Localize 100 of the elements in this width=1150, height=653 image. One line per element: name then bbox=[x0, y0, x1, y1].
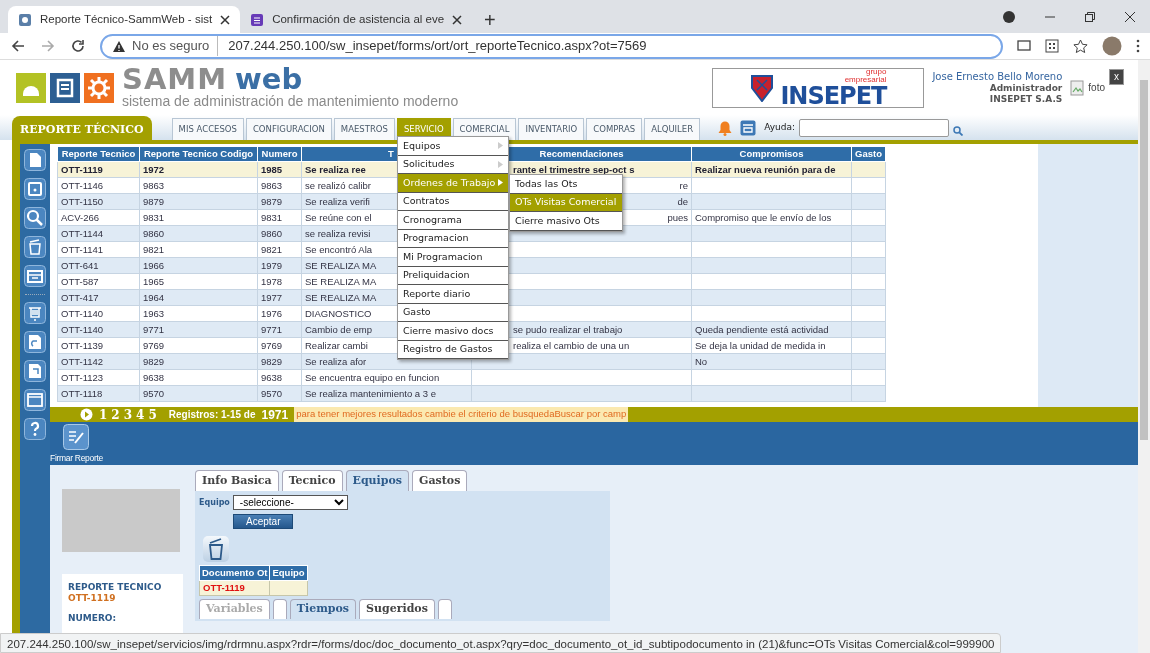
number-label: NUMERO: bbox=[68, 612, 118, 624]
tab[interactable]: Equipos bbox=[345, 470, 409, 491]
menu-icon[interactable] bbox=[1136, 39, 1140, 53]
logo-name: INSEPET bbox=[780, 83, 887, 108]
column-header: Equipo bbox=[269, 565, 308, 581]
column-header[interactable]: Reporte Tecnico bbox=[57, 146, 140, 162]
records-total: 1971 bbox=[261, 406, 289, 424]
back-icon[interactable] bbox=[10, 38, 26, 54]
tab[interactable]: Tecnico bbox=[281, 470, 343, 491]
tray-icon[interactable] bbox=[24, 302, 46, 324]
browser-tab[interactable]: Confirmación de asistencia al eve bbox=[240, 6, 473, 33]
column-header[interactable]: Gasto bbox=[851, 146, 886, 162]
help-search-field[interactable] bbox=[798, 119, 949, 137]
new-tab-button[interactable]: + bbox=[472, 6, 508, 33]
close-button[interactable]: x bbox=[1109, 68, 1124, 85]
user-name: Jose Ernesto Bello Moreno bbox=[932, 70, 1063, 83]
table-cell: 9863 bbox=[257, 177, 302, 194]
photo-alt-text: foto bbox=[1088, 81, 1105, 95]
bell-icon[interactable] bbox=[718, 120, 733, 136]
play-icon[interactable] bbox=[80, 408, 93, 421]
document-return-icon[interactable] bbox=[24, 331, 46, 353]
menu-item[interactable]: Equipos bbox=[398, 137, 508, 156]
archive-icon[interactable] bbox=[24, 265, 46, 287]
search-hint: para tener mejores resultados cambie el criterio de busquedaBuscar por camp bbox=[294, 407, 629, 422]
table-cell: 9831 bbox=[139, 209, 258, 226]
shield-icon bbox=[750, 73, 775, 102]
search-icon[interactable] bbox=[952, 126, 963, 136]
page-icon bbox=[18, 12, 32, 27]
table-cell: 1976 bbox=[257, 305, 302, 322]
table-cell: OTT-1141 bbox=[57, 241, 140, 258]
tab[interactable]: Gastos bbox=[412, 470, 468, 491]
table-cell: OTT-587 bbox=[57, 273, 140, 290]
table-cell: Se encuentra equipo en funcion bbox=[301, 369, 472, 386]
help-label: Ayuda: bbox=[764, 120, 795, 134]
close-icon[interactable] bbox=[1124, 10, 1136, 23]
form-icon bbox=[250, 12, 265, 27]
table-cell: 1978 bbox=[257, 273, 302, 290]
nav-menu-item[interactable]: CONFIGURACION bbox=[245, 118, 332, 140]
column-header[interactable]: Compromisos bbox=[691, 146, 852, 162]
new-document-icon[interactable] bbox=[24, 149, 46, 171]
helmet-icon bbox=[16, 72, 46, 103]
tagline: sistema de administración de mantenimiento moderno bbox=[122, 94, 459, 110]
menu-item[interactable]: Cierre masivo docs bbox=[398, 322, 508, 341]
equipment-select[interactable]: -seleccione- bbox=[232, 495, 348, 510]
menu-item[interactable]: Todas las Ots bbox=[510, 175, 622, 194]
browser-tab[interactable]: Reporte Técnico-SammWeb - sist bbox=[8, 6, 241, 33]
warning-icon bbox=[112, 39, 126, 53]
maximize-icon[interactable] bbox=[1084, 10, 1096, 23]
document-icon[interactable] bbox=[24, 178, 46, 200]
archive-icon[interactable] bbox=[740, 120, 757, 136]
menu-item[interactable]: Registro de Gastos bbox=[398, 340, 508, 359]
user-company: INSEPET S.A.S bbox=[988, 93, 1063, 105]
menu-item[interactable]: Programacion bbox=[398, 229, 508, 248]
tab[interactable]: Tiempos bbox=[289, 599, 357, 619]
security-label: No es seguro bbox=[132, 36, 219, 56]
tab[interactable]: Sugeridos bbox=[359, 599, 435, 619]
nav-menu-item[interactable]: INVENTARIO bbox=[518, 118, 585, 140]
menu-item[interactable]: Preliquidacion bbox=[398, 266, 508, 285]
nav-menu-item[interactable]: MAESTROS bbox=[333, 118, 395, 140]
scrollbar[interactable] bbox=[1138, 60, 1150, 653]
equipment-label: Equipo bbox=[199, 496, 230, 509]
url-text: 207.244.250.100/sw_insepet/forms/ort/ort_reporteTecnico.aspx?ot=7569 bbox=[227, 37, 647, 56]
logo-group-text: empresarial bbox=[843, 75, 887, 84]
search-icon[interactable] bbox=[24, 207, 46, 229]
tab[interactable]: Info Basica bbox=[195, 470, 279, 491]
menu-item[interactable]: Gasto bbox=[398, 303, 508, 322]
table-cell: Se deja la unidad de medida in bbox=[691, 337, 852, 354]
menu-item[interactable]: Cronograma bbox=[398, 211, 508, 230]
nav-menu-item[interactable]: COMPRAS bbox=[586, 118, 643, 140]
table-cell: 9769 bbox=[139, 337, 258, 354]
avatar[interactable] bbox=[1102, 36, 1122, 56]
scrollbar-thumb[interactable] bbox=[1140, 80, 1148, 440]
reload-icon[interactable] bbox=[70, 38, 86, 54]
column-header[interactable]: Reporte Tecnico Codigo bbox=[139, 146, 258, 162]
app-name: SAMM bbox=[122, 65, 228, 95]
document-export-icon[interactable] bbox=[24, 360, 46, 382]
trash-icon[interactable] bbox=[203, 535, 229, 562]
cast-icon[interactable] bbox=[1017, 40, 1031, 52]
menu-item[interactable]: Reporte diario bbox=[398, 285, 508, 304]
records-label: Registros: 1-15 de bbox=[168, 408, 256, 422]
close-icon[interactable] bbox=[452, 14, 463, 25]
accept-button[interactable]: Aceptar bbox=[233, 514, 294, 529]
column-header[interactable]: Numero bbox=[257, 146, 302, 162]
account-icon[interactable] bbox=[1002, 9, 1016, 24]
nav-menu-item[interactable]: ALQUILER bbox=[644, 118, 701, 140]
gear-icon bbox=[84, 72, 114, 103]
trash-icon[interactable] bbox=[24, 236, 46, 258]
close-icon[interactable] bbox=[220, 14, 231, 25]
help-icon[interactable] bbox=[24, 418, 46, 440]
table-cell: 9638 bbox=[139, 369, 258, 386]
window-icon[interactable] bbox=[24, 389, 46, 411]
menu-item[interactable]: Contratos bbox=[398, 192, 508, 211]
star-icon[interactable] bbox=[1073, 38, 1088, 54]
report-code: OTT-1119 bbox=[68, 593, 117, 605]
menu-item[interactable]: Cierre masivo Ots bbox=[510, 212, 622, 231]
extension-icon[interactable] bbox=[1045, 39, 1059, 53]
nav-menu-item[interactable]: MIS ACCESOS bbox=[171, 118, 244, 140]
address-field[interactable]: No es seguro 207.244.250.100/sw_insepet/forms/ort/ort_reporteTecnico.aspx?ot=7569 bbox=[100, 33, 1003, 59]
sign-report-button[interactable]: Firmar Reporte bbox=[50, 422, 103, 465]
menu-item[interactable]: Mi Programacion bbox=[398, 248, 508, 267]
